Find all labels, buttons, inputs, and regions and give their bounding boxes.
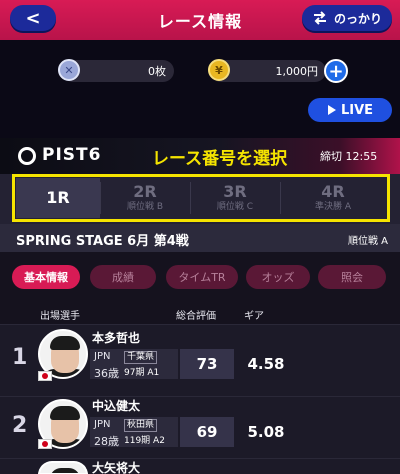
noriawase-button[interactable]: のっかり	[301, 5, 392, 31]
tab-subtitle: 準決勝 A	[314, 202, 352, 212]
tab-inquiry[interactable]: 照会	[318, 265, 386, 289]
rider-rank: 2	[12, 413, 28, 438]
app-header: < レース情報 のっかり	[0, 0, 400, 40]
rider-age: 36歳	[94, 367, 119, 380]
rider-class: 119期 A2	[124, 436, 165, 446]
tab-label: オッズ	[261, 271, 295, 284]
noriawase-label: のっかり	[333, 11, 382, 26]
tab-label: 成績	[112, 271, 134, 284]
tab-basic-info[interactable]: 基本情報	[12, 265, 80, 289]
tab-time-trial[interactable]: タイムTR	[166, 265, 238, 289]
tab-label: 照会	[341, 271, 363, 284]
yen-amount: 1,000円	[275, 65, 319, 78]
riders-table-header: 出場選手 総合評価 ギア	[0, 302, 400, 324]
tab-odds[interactable]: オッズ	[246, 265, 310, 289]
rider-prefecture: 千葉県	[124, 351, 158, 364]
rider-rank: 1	[12, 345, 28, 370]
select-race-title: レース番号を選択	[152, 149, 288, 169]
rider-name: 本多哲也	[92, 331, 141, 345]
player-column-header: 出場選手	[40, 311, 80, 322]
rider-age: 28歳	[94, 435, 119, 448]
tab-subtitle: 順位戦 B	[126, 202, 164, 212]
rider-row[interactable]: 1 本多哲也 JPN 36歳 千葉県 97期 A1 73 4.58	[0, 324, 400, 396]
wallet-area: 0枚 ✕ 1,000円 ¥ + LIVE	[0, 40, 400, 138]
yen-coin-icon: ¥	[208, 59, 230, 81]
tab-label: タイムTR	[178, 271, 226, 284]
swap-arrows-icon	[313, 11, 326, 25]
live-button[interactable]: LIVE	[308, 98, 392, 122]
tab-number: 1R	[46, 188, 70, 207]
yen-symbol: ¥	[215, 63, 223, 77]
ticket-coin-icon: ✕	[58, 59, 80, 81]
pist6-logo-icon	[18, 147, 36, 165]
deadline-time: 締切 12:55	[320, 150, 378, 163]
plus-icon: +	[328, 60, 344, 82]
gear-column-header: ギア	[244, 311, 264, 322]
back-button[interactable]: <	[10, 5, 56, 31]
rider-score: 73	[180, 349, 234, 379]
tab-number: 2R	[133, 182, 157, 201]
score-column-header: 総合評価	[176, 311, 216, 322]
rider-country: JPN	[94, 419, 111, 430]
tab-subtitle: 順位戦 C	[216, 202, 254, 212]
rider-gear: 4.58	[247, 355, 285, 373]
rider-info: JPN 36歳 千葉県 97期 A1	[90, 349, 178, 380]
rider-prefecture: 秋田県	[124, 419, 158, 432]
rider-row[interactable]: 大矢将大	[0, 458, 400, 474]
tab-race-4[interactable]: 4R 準決勝 A	[280, 178, 386, 218]
live-label: LIVE	[340, 102, 374, 118]
rider-name: 中込健太	[92, 399, 141, 413]
add-funds-button[interactable]: +	[324, 59, 348, 83]
logo-text: PIST6	[42, 145, 102, 165]
rider-info: JPN 28歳 秋田県 119期 A2	[90, 417, 178, 448]
japan-flag-icon	[38, 371, 52, 381]
stage-title: SPRING STAGE 6月 第4戦	[16, 234, 189, 249]
japan-flag-icon	[38, 439, 52, 449]
rider-gear: 5.08	[247, 423, 285, 441]
stage-round: 順位戦 A	[348, 236, 389, 247]
tab-race-1[interactable]: 1R	[16, 178, 100, 218]
rider-country: JPN	[94, 351, 111, 362]
tab-number: 3R	[223, 182, 247, 201]
rider-class: 97期 A1	[124, 368, 160, 378]
play-icon	[327, 105, 336, 115]
back-chevron-icon: <	[25, 7, 41, 29]
stage-bar: SPRING STAGE 6月 第4戦 順位戦 A	[0, 224, 400, 252]
rider-score: 69	[180, 417, 234, 447]
ticket-count: 0枚	[148, 65, 166, 78]
race-banner: PIST6 レース番号を選択 締切 12:55	[0, 138, 400, 174]
rider-avatar	[38, 461, 88, 474]
tab-race-2[interactable]: 2R 順位戦 B	[100, 178, 190, 218]
tab-results[interactable]: 成績	[90, 265, 156, 289]
rider-name: 大矢将大	[92, 461, 141, 474]
page-title: レース情報	[157, 12, 243, 31]
tab-race-3[interactable]: 3R 順位戦 C	[190, 178, 280, 218]
tab-label: 基本情報	[24, 271, 68, 284]
tab-number: 4R	[321, 182, 345, 201]
